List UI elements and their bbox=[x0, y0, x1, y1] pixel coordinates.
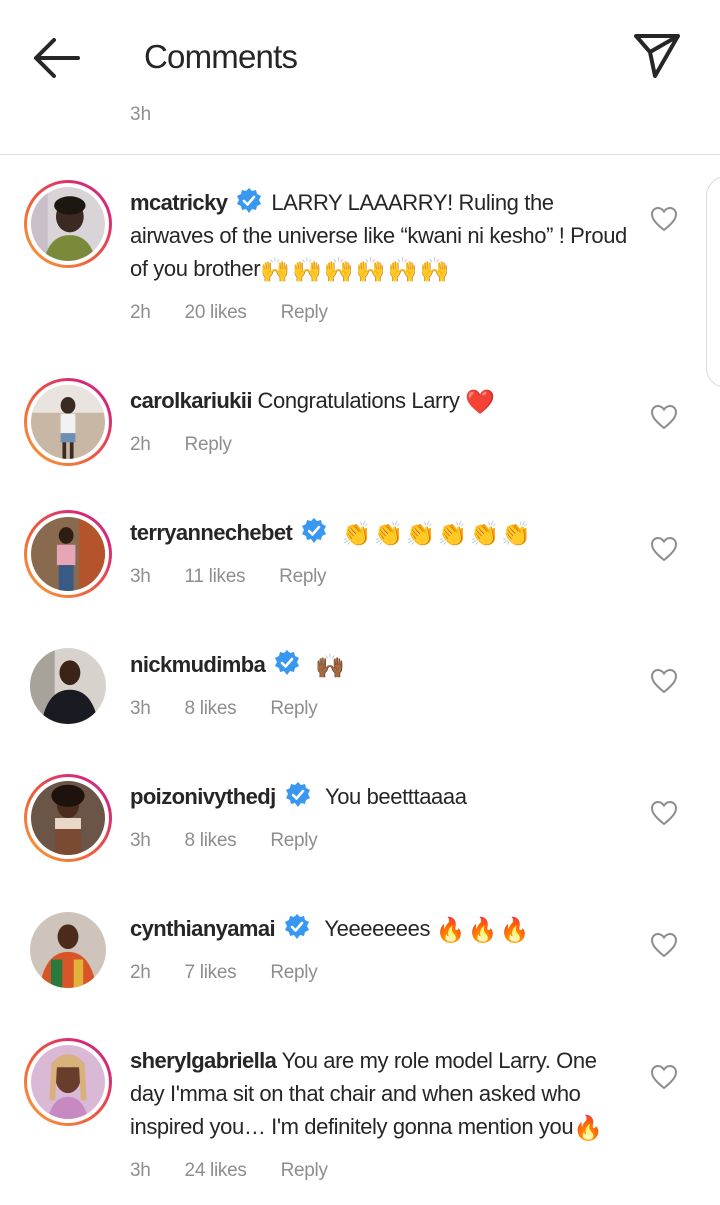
comment-time: 3h bbox=[130, 1160, 151, 1181]
comment-likes[interactable]: 20 likes bbox=[185, 302, 247, 323]
comment-time: 3h bbox=[130, 566, 151, 587]
comment-time: 3h bbox=[130, 698, 151, 719]
heart-icon[interactable] bbox=[650, 404, 678, 430]
reply-button[interactable]: Reply bbox=[270, 830, 317, 851]
verified-badge-icon bbox=[237, 188, 262, 213]
reply-button[interactable]: Reply bbox=[270, 962, 317, 983]
fire-emoji: 🔥🔥🔥 bbox=[435, 917, 532, 944]
avatar bbox=[30, 648, 106, 724]
comment-body: terryannechebet 👏👏👏👏👏👏 bbox=[130, 516, 630, 549]
avatar bbox=[31, 187, 105, 261]
avatar-story-ring[interactable] bbox=[24, 180, 112, 268]
comment-body: sherylgabriella You are my role model La… bbox=[130, 1044, 630, 1143]
avatar-story-ring[interactable] bbox=[24, 378, 112, 466]
comment-username[interactable]: carolkariukii bbox=[130, 388, 252, 413]
reply-button[interactable]: Reply bbox=[270, 698, 317, 719]
caption-divider bbox=[0, 154, 720, 155]
comment-time: 2h bbox=[130, 434, 151, 455]
page-title: Comments bbox=[144, 38, 298, 75]
verified-badge-icon bbox=[285, 914, 310, 939]
fire-emoji: 🔥 bbox=[573, 1115, 606, 1142]
reply-button[interactable]: Reply bbox=[279, 566, 326, 587]
verified-badge-icon bbox=[285, 782, 310, 807]
comment-likes[interactable]: 7 likes bbox=[185, 962, 237, 983]
comment-time: 2h bbox=[130, 962, 151, 983]
comment-likes[interactable]: 11 likes bbox=[185, 566, 246, 587]
comment-body: poizonivythedj You beetttaaaa bbox=[130, 780, 630, 813]
heart-icon[interactable] bbox=[650, 668, 678, 694]
heart-icon[interactable] bbox=[650, 800, 678, 826]
comment-meta: 3h 24 likes Reply bbox=[130, 1160, 362, 1182]
comment-username[interactable]: poizonivythedj bbox=[130, 784, 276, 809]
avatar bbox=[31, 781, 105, 855]
side-panel-edge bbox=[706, 176, 720, 388]
avatar-story-ring[interactable] bbox=[24, 774, 112, 862]
verified-badge-icon bbox=[275, 650, 300, 675]
avatar bbox=[31, 385, 105, 459]
avatar-story-ring[interactable] bbox=[24, 510, 112, 598]
comment-text: Yeeeeeees bbox=[324, 916, 431, 941]
verified-badge-icon bbox=[302, 518, 327, 543]
comment-likes[interactable]: 8 likes bbox=[185, 698, 237, 719]
comment-body: mcatricky LARRY LAAARRY! Ruling the airwa… bbox=[130, 186, 630, 285]
comment-meta: 3h 8 likes Reply bbox=[130, 698, 351, 720]
avatar bbox=[30, 912, 106, 988]
comment-time: 3h bbox=[130, 830, 151, 851]
raising-hands-emoji: 🙌🙌🙌🙌🙌🙌 bbox=[260, 257, 452, 284]
comment-username[interactable]: cynthianyamai bbox=[130, 916, 276, 941]
raising-hands-emoji: 🙌🏾 bbox=[314, 653, 347, 680]
heart-icon[interactable] bbox=[650, 932, 678, 958]
comment-body: nickmudimba 🙌🏾 bbox=[130, 648, 630, 681]
reply-button[interactable]: Reply bbox=[185, 434, 232, 455]
avatar-wrapper[interactable] bbox=[24, 642, 112, 730]
red-heart-emoji: ❤️ bbox=[465, 389, 498, 416]
avatar-wrapper[interactable] bbox=[24, 906, 112, 994]
comment-username[interactable]: terryannechebet bbox=[130, 520, 293, 545]
top-bar: Comments 3h bbox=[0, 0, 720, 125]
comment-time: 2h bbox=[130, 302, 151, 323]
comment-meta: 2h 20 likes Reply bbox=[130, 302, 362, 324]
comment-body: cynthianyamai Yeeeeeees 🔥🔥🔥 bbox=[130, 912, 630, 945]
avatar bbox=[31, 1045, 105, 1119]
comment-meta: 2h Reply bbox=[130, 434, 266, 456]
comment-likes[interactable]: 24 likes bbox=[185, 1160, 247, 1181]
previous-comment-time: 3h bbox=[130, 104, 152, 125]
avatar-story-ring[interactable] bbox=[24, 1038, 112, 1126]
comment-likes[interactable]: 8 likes bbox=[185, 830, 237, 851]
paper-plane-icon[interactable] bbox=[630, 28, 684, 82]
back-arrow-icon[interactable] bbox=[30, 34, 82, 82]
comment-body: carolkariukii Congratulations Larry ❤️ bbox=[130, 384, 630, 417]
comment-meta: 3h 11 likes Reply bbox=[130, 566, 360, 588]
comment-username[interactable]: sherylgabriella bbox=[130, 1048, 277, 1073]
comment-text: You beetttaaaa bbox=[324, 784, 467, 809]
clapping-hands-emoji: 👏👏👏👏👏👏 bbox=[341, 521, 534, 548]
comment-username[interactable]: nickmudimba bbox=[130, 652, 266, 677]
reply-button[interactable]: Reply bbox=[281, 302, 328, 323]
comment-text: Congratulations Larry bbox=[257, 388, 460, 413]
heart-icon[interactable] bbox=[650, 206, 678, 232]
comment-meta: 2h 7 likes Reply bbox=[130, 962, 351, 984]
heart-icon[interactable] bbox=[650, 536, 678, 562]
avatar bbox=[31, 517, 105, 591]
heart-icon[interactable] bbox=[650, 1064, 678, 1090]
reply-button[interactable]: Reply bbox=[281, 1160, 328, 1181]
comment-username[interactable]: mcatricky bbox=[130, 190, 228, 215]
comment-meta: 3h 8 likes Reply bbox=[130, 830, 351, 852]
